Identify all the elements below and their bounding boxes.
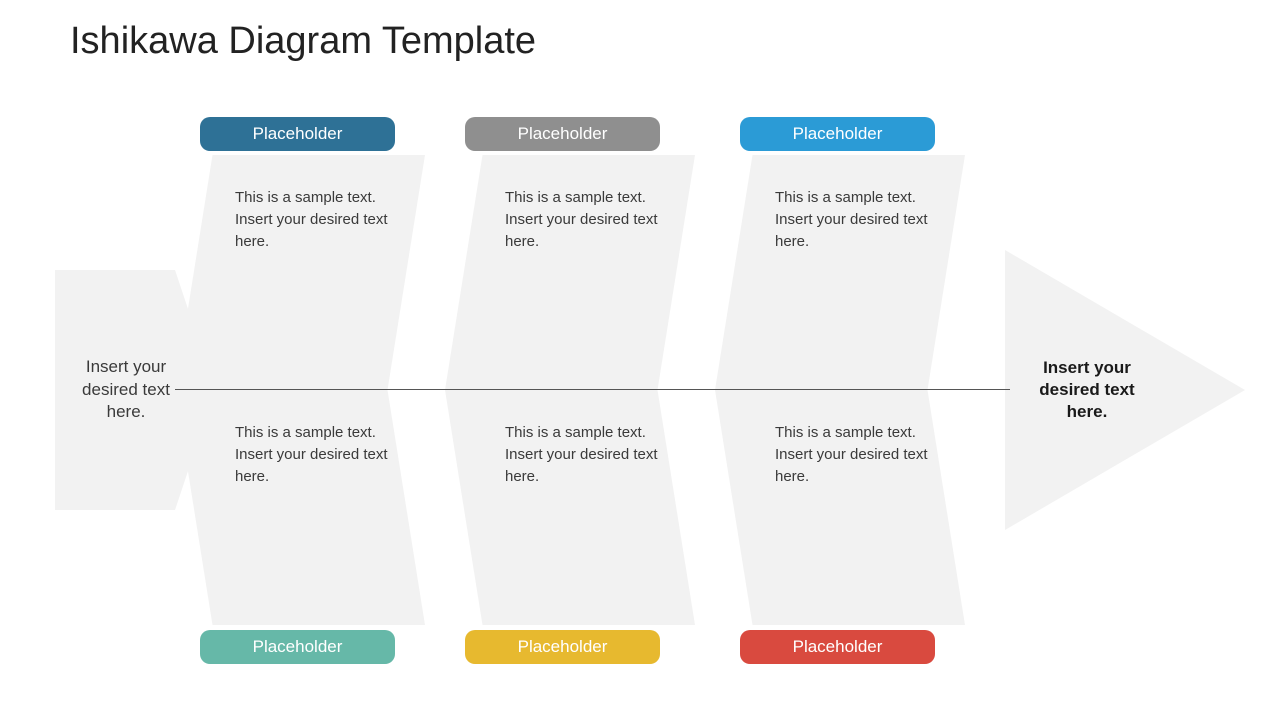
pill-top-1: Placeholder [200, 117, 395, 151]
bone-top-1: This is a sample text. Insert your desir… [175, 155, 425, 390]
bone-text: This is a sample text. Insert your desir… [775, 424, 928, 485]
head-text: Insert your desired text here. [1027, 357, 1147, 423]
bone-text: This is a sample text. Insert your desir… [235, 189, 388, 250]
pill-label: Placeholder [793, 124, 883, 144]
tail-text: Insert your desired text here. [67, 356, 185, 425]
pill-bottom-2: Placeholder [465, 630, 660, 664]
pill-top-2: Placeholder [465, 117, 660, 151]
bone-bottom-3: This is a sample text. Insert your desir… [715, 390, 965, 625]
fish-head: Insert your desired text here. [1005, 250, 1245, 530]
bone-text: This is a sample text. Insert your desir… [505, 189, 658, 250]
pill-top-3: Placeholder [740, 117, 935, 151]
pill-bottom-3: Placeholder [740, 630, 935, 664]
pill-label: Placeholder [253, 637, 343, 657]
bone-top-2: This is a sample text. Insert your desir… [445, 155, 695, 390]
bone-text: This is a sample text. Insert your desir… [235, 424, 388, 485]
spine-line [175, 389, 1010, 390]
pill-bottom-1: Placeholder [200, 630, 395, 664]
bone-text: This is a sample text. Insert your desir… [505, 424, 658, 485]
bone-top-3: This is a sample text. Insert your desir… [715, 155, 965, 390]
pill-label: Placeholder [518, 637, 608, 657]
diagram-canvas: Insert your desired text here. This is a… [0, 0, 1280, 720]
pill-label: Placeholder [793, 637, 883, 657]
bone-bottom-1: This is a sample text. Insert your desir… [175, 390, 425, 625]
bone-bottom-2: This is a sample text. Insert your desir… [445, 390, 695, 625]
pill-label: Placeholder [518, 124, 608, 144]
bone-text: This is a sample text. Insert your desir… [775, 189, 928, 250]
pill-label: Placeholder [253, 124, 343, 144]
